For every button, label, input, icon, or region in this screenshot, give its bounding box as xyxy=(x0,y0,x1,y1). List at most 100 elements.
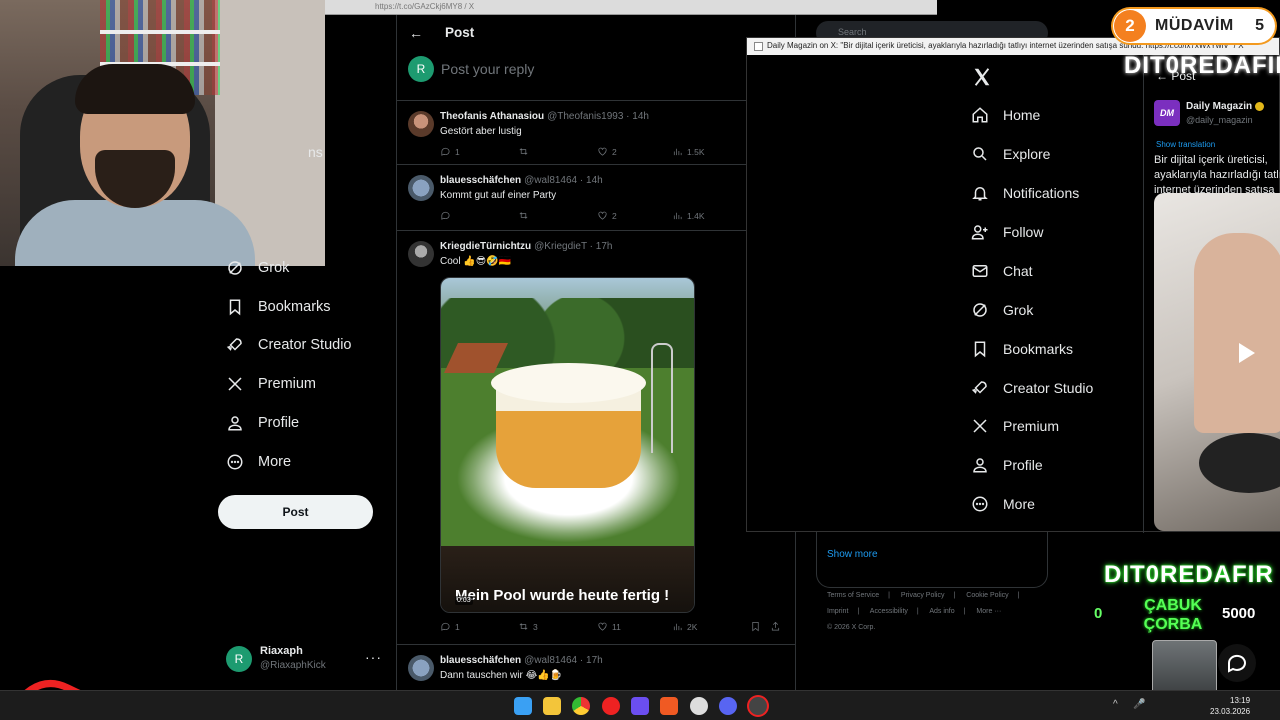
nav-item-profile[interactable]: Profile xyxy=(971,452,1043,478)
nav-item-premium[interactable]: Premium xyxy=(971,413,1059,439)
person-add-icon xyxy=(971,225,988,240)
favicon-icon xyxy=(754,42,763,51)
like-button[interactable]: 2 xyxy=(597,146,617,157)
home-icon xyxy=(972,107,988,123)
show-translation-link[interactable]: Show translation xyxy=(1156,140,1215,149)
bookmark-button[interactable] xyxy=(750,621,761,632)
avatar: R xyxy=(226,646,252,672)
nav-item-bookmarks[interactable]: Bookmarks xyxy=(226,292,331,322)
footer-link[interactable]: Ads info xyxy=(929,608,954,615)
reply-tweet[interactable]: Theofanis Athanasiou @Theofanis1993 · 14h… xyxy=(397,103,795,165)
repost-button[interactable] xyxy=(518,146,533,157)
nav-item-profile[interactable]: Profile xyxy=(226,408,299,438)
chat-bubble-icon xyxy=(1218,644,1256,682)
avatar[interactable] xyxy=(408,241,434,267)
bookmark-icon xyxy=(974,341,986,358)
nav-item-bookmarks[interactable]: Bookmarks xyxy=(971,336,1073,362)
app-icon[interactable] xyxy=(631,697,649,715)
person-icon xyxy=(228,416,242,431)
video-caption: Mein Pool wurde heute fertig ! xyxy=(455,587,670,604)
tweet-video[interactable]: Mein Pool wurde heute fertig ! 0:03 xyxy=(440,277,695,613)
tweet-actions: 1 3 11 2K xyxy=(440,621,780,635)
brave-icon[interactable] xyxy=(660,697,678,715)
tweet-text: Dann tauschen wir 😂👍🍺 xyxy=(440,670,563,681)
verified-icon xyxy=(1254,101,1264,111)
reply-input[interactable]: Post your reply xyxy=(441,61,534,77)
windows-start-icon[interactable] xyxy=(514,697,532,715)
nav-item-home[interactable]: Home xyxy=(971,102,1040,128)
avatar[interactable] xyxy=(408,175,434,201)
reply-button[interactable]: 1 xyxy=(440,146,460,157)
repost-button[interactable] xyxy=(518,210,533,221)
bookmark-icon xyxy=(752,622,759,632)
timeline-header: ← Post xyxy=(397,15,795,51)
play-icon[interactable] xyxy=(1239,343,1255,363)
share-button[interactable] xyxy=(770,621,781,632)
person-icon xyxy=(973,458,987,473)
opera-icon[interactable] xyxy=(602,697,620,715)
footer-link[interactable]: Privacy Policy xyxy=(901,592,945,599)
views-button[interactable]: 1.4K xyxy=(672,210,705,221)
footer-link[interactable]: Accessibility xyxy=(870,608,908,615)
footer-link[interactable]: Terms of Service xyxy=(827,592,879,599)
footer-link[interactable]: Imprint xyxy=(827,608,848,615)
reply-button[interactable] xyxy=(440,210,455,221)
nav-item-grok[interactable]: Grok xyxy=(226,253,289,283)
nav-item-grok[interactable]: Grok xyxy=(971,297,1033,323)
repost-icon xyxy=(519,148,528,155)
avatar[interactable] xyxy=(408,655,434,681)
nav-item-follow[interactable]: Follow xyxy=(971,219,1043,245)
like-button[interactable]: 11 xyxy=(597,621,621,632)
like-button[interactable]: 2 xyxy=(597,210,617,221)
chatgpt-icon[interactable] xyxy=(690,697,708,715)
repost-icon xyxy=(519,623,528,630)
loyalty-badge: 2 MÜDAVİM 5 xyxy=(1113,9,1275,43)
account-switcher[interactable]: R Riaxaph @RiaxaphKick ··· xyxy=(226,643,386,679)
reply-tweet[interactable]: KriegdieTürnichtzu @KriegdieT · 17h Cool … xyxy=(397,233,795,645)
recording-icon[interactable] xyxy=(749,697,767,715)
back-arrow-icon[interactable]: ← xyxy=(409,25,423,41)
microphone-icon[interactable]: 🎤 xyxy=(1133,699,1145,710)
nav-item-more[interactable]: More xyxy=(971,491,1035,517)
nav-item-more[interactable]: More xyxy=(226,447,291,477)
repost-button[interactable]: 3 xyxy=(518,621,538,632)
nav-item-creator-studio[interactable]: Creator Studio xyxy=(226,330,352,360)
more-dots-icon[interactable]: ··· xyxy=(365,649,382,665)
nav-item-chat[interactable]: Chat xyxy=(971,258,1033,284)
tweet-author: blauesschäfchen @wal81464 · 14h xyxy=(440,175,603,186)
post-video[interactable] xyxy=(1154,193,1280,531)
bookmark-icon xyxy=(229,299,241,316)
avatar[interactable]: DM xyxy=(1154,100,1180,126)
reply-tweet[interactable]: blauesschäfchen @wal81464 · 14h Kommt gut… xyxy=(397,167,795,231)
show-more-link[interactable]: Show more xyxy=(827,549,878,560)
popup-post: ← Post DM Daily Magazin @daily_magazin S… xyxy=(1144,55,1280,533)
nav-item-premium[interactable]: Premium xyxy=(226,369,316,399)
post-button[interactable]: Post xyxy=(218,495,373,529)
post-timeline: ← Post R Post your reply Theofanis Athan… xyxy=(396,15,796,690)
nav-item-explore[interactable]: Explore xyxy=(971,141,1050,167)
reply-composer[interactable]: R Post your reply xyxy=(397,51,795,101)
x-logo-icon[interactable] xyxy=(971,66,993,88)
discord-icon[interactable] xyxy=(719,697,737,715)
reply-icon xyxy=(441,211,450,220)
nav-item-creator-studio[interactable]: Creator Studio xyxy=(971,375,1093,401)
avatar[interactable] xyxy=(408,111,434,137)
reply-icon xyxy=(441,622,450,631)
tray-chevron-icon[interactable]: ^ xyxy=(1113,699,1118,710)
system-clock[interactable]: 13:19 23.03.2026 xyxy=(1210,695,1250,717)
views-button[interactable]: 1.5K xyxy=(672,146,705,157)
browser-url-bar[interactable]: https://t.co/GAzCkj6MY8 / X xyxy=(325,0,937,15)
left-sidebar: Grok Bookmarks Creator Studio Premium Pr… xyxy=(218,0,393,690)
file-explorer-icon[interactable] xyxy=(543,697,561,715)
popup-window: Daily Magazin on X: "Bir dijital içerik … xyxy=(746,37,1280,533)
grok-icon xyxy=(228,261,242,275)
heart-icon xyxy=(598,147,607,156)
rocket-icon xyxy=(226,338,242,351)
reply-tweet[interactable]: blauesschäfchen @wal81464 · 17h Dann taus… xyxy=(397,647,795,690)
views-button[interactable]: 2K xyxy=(672,621,697,632)
footer-link[interactable]: Cookie Policy xyxy=(966,592,1008,599)
chrome-icon[interactable] xyxy=(572,697,590,715)
footer-link[interactable]: More ··· xyxy=(976,608,1001,615)
reply-button[interactable]: 1 xyxy=(440,621,460,632)
nav-item-notifications[interactable]: Notifications xyxy=(971,180,1079,206)
